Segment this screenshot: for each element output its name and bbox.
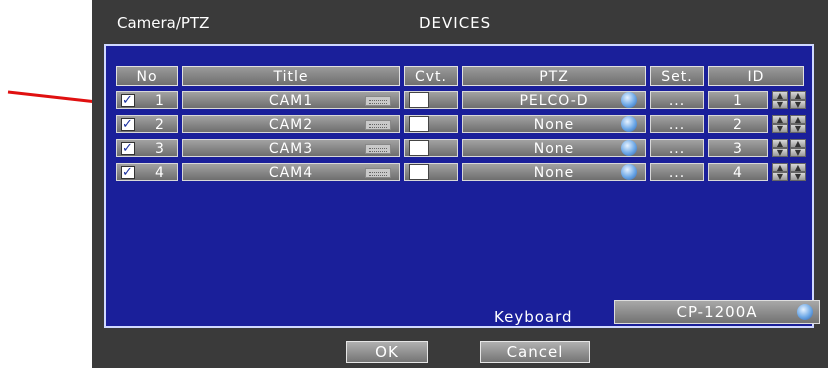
row-id[interactable]: 3 bbox=[708, 139, 768, 157]
keyboard-icon[interactable] bbox=[365, 168, 391, 178]
row-ptz-cell[interactable]: None bbox=[462, 139, 646, 157]
checkmark-icon[interactable]: ✓ bbox=[121, 166, 135, 179]
section-title: DEVICES bbox=[419, 14, 492, 32]
row-ptz: None bbox=[533, 117, 575, 133]
globe-dropdown-icon[interactable] bbox=[621, 140, 637, 156]
row-no: 3 bbox=[155, 141, 165, 157]
row-title: CAM1 bbox=[268, 93, 314, 109]
keyboard-value: CP-1200A bbox=[676, 303, 758, 321]
checkmark-icon[interactable]: ✓ bbox=[121, 118, 135, 131]
row-no-cell[interactable]: ✓ 4 bbox=[116, 163, 178, 181]
header-ptz: PTZ bbox=[462, 66, 646, 86]
row-id[interactable]: 4 bbox=[708, 163, 768, 181]
row-title-cell[interactable]: CAM1 bbox=[182, 91, 400, 109]
globe-dropdown-icon[interactable] bbox=[621, 164, 637, 180]
row-no: 2 bbox=[155, 117, 165, 133]
row-no-cell[interactable]: ✓ 2 bbox=[116, 115, 178, 133]
row-no-cell[interactable]: ✓ 3 bbox=[116, 139, 178, 157]
row-title: CAM4 bbox=[268, 165, 314, 181]
keyboard-label: Keyboard bbox=[494, 308, 573, 326]
row-title-cell[interactable]: CAM2 bbox=[182, 115, 400, 133]
spinner-down-icon[interactable]: ▼ bbox=[790, 172, 806, 181]
globe-dropdown-icon[interactable] bbox=[621, 116, 637, 132]
spinner-down-icon[interactable]: ▼ bbox=[790, 100, 806, 109]
row-cvt-cell[interactable] bbox=[404, 163, 458, 181]
cvt-checkbox[interactable] bbox=[409, 164, 429, 180]
row-cvt-cell[interactable] bbox=[404, 139, 458, 157]
row-id[interactable]: 1 bbox=[708, 91, 768, 109]
header-title: Title bbox=[182, 66, 400, 86]
spinner-down-icon[interactable]: ▼ bbox=[772, 172, 788, 181]
cvt-checkbox[interactable] bbox=[409, 92, 429, 108]
spinner-up-icon[interactable]: ▲ bbox=[790, 91, 806, 100]
spinner-up-icon[interactable]: ▲ bbox=[790, 139, 806, 148]
row-no-cell[interactable]: ✓ 1 bbox=[116, 91, 178, 109]
keyboard-select[interactable]: CP-1200A bbox=[614, 300, 820, 324]
row-set-button[interactable]: ... bbox=[650, 163, 704, 181]
row-ptz-cell[interactable]: None bbox=[462, 115, 646, 133]
spinner-up-icon[interactable]: ▲ bbox=[772, 163, 788, 172]
row-set-button[interactable]: ... bbox=[650, 139, 704, 157]
checkmark-icon[interactable]: ✓ bbox=[121, 94, 135, 107]
cvt-checkbox[interactable] bbox=[409, 140, 429, 156]
ok-button[interactable]: OK bbox=[346, 341, 428, 363]
row-cvt-cell[interactable] bbox=[404, 115, 458, 133]
row-no: 1 bbox=[155, 93, 165, 109]
spinner-down-icon[interactable]: ▼ bbox=[790, 124, 806, 133]
spinner-up-icon[interactable]: ▲ bbox=[790, 163, 806, 172]
cancel-button[interactable]: Cancel bbox=[480, 341, 590, 363]
globe-dropdown-icon[interactable] bbox=[621, 92, 637, 108]
checkmark-icon[interactable]: ✓ bbox=[121, 142, 135, 155]
row-ptz-cell[interactable]: PELCO-D bbox=[462, 91, 646, 109]
keyboard-icon[interactable] bbox=[365, 144, 391, 154]
row-title-cell[interactable]: CAM4 bbox=[182, 163, 400, 181]
devices-panel: No Title Cvt. PTZ Set. ID ✓ 1 CAM1 PELCO… bbox=[104, 44, 820, 328]
spinner-down-icon[interactable]: ▼ bbox=[790, 148, 806, 157]
row-ptz: None bbox=[533, 165, 575, 181]
header-cvt: Cvt. bbox=[404, 66, 458, 86]
header-no: No bbox=[116, 66, 178, 86]
globe-dropdown-icon[interactable] bbox=[797, 304, 813, 320]
row-title: CAM2 bbox=[268, 117, 314, 133]
row-title-cell[interactable]: CAM3 bbox=[182, 139, 400, 157]
spinner-up-icon[interactable]: ▲ bbox=[772, 91, 788, 100]
spinner-up-icon[interactable]: ▲ bbox=[772, 115, 788, 124]
row-title: CAM3 bbox=[268, 141, 314, 157]
row-set-button[interactable]: ... bbox=[650, 115, 704, 133]
header-id: ID bbox=[708, 66, 804, 86]
row-id[interactable]: 2 bbox=[708, 115, 768, 133]
window-title: Camera/PTZ bbox=[117, 14, 210, 32]
spinner-up-icon[interactable]: ▲ bbox=[772, 139, 788, 148]
title-bar: Camera/PTZ DEVICES bbox=[92, 0, 828, 44]
dialog-window: Camera/PTZ DEVICES No Title Cvt. PTZ Set… bbox=[92, 0, 828, 368]
spinner-down-icon[interactable]: ▼ bbox=[772, 100, 788, 109]
cvt-checkbox[interactable] bbox=[409, 116, 429, 132]
spinner-up-icon[interactable]: ▲ bbox=[790, 115, 806, 124]
row-ptz: PELCO-D bbox=[519, 93, 589, 109]
keyboard-icon[interactable] bbox=[365, 120, 391, 130]
spinner-down-icon[interactable]: ▼ bbox=[772, 124, 788, 133]
row-set-button[interactable]: ... bbox=[650, 91, 704, 109]
spinner-down-icon[interactable]: ▼ bbox=[772, 148, 788, 157]
row-ptz-cell[interactable]: None bbox=[462, 163, 646, 181]
header-set: Set. bbox=[650, 66, 704, 86]
row-ptz: None bbox=[533, 141, 575, 157]
row-no: 4 bbox=[155, 165, 165, 181]
row-cvt-cell[interactable] bbox=[404, 91, 458, 109]
keyboard-icon[interactable] bbox=[365, 96, 391, 106]
